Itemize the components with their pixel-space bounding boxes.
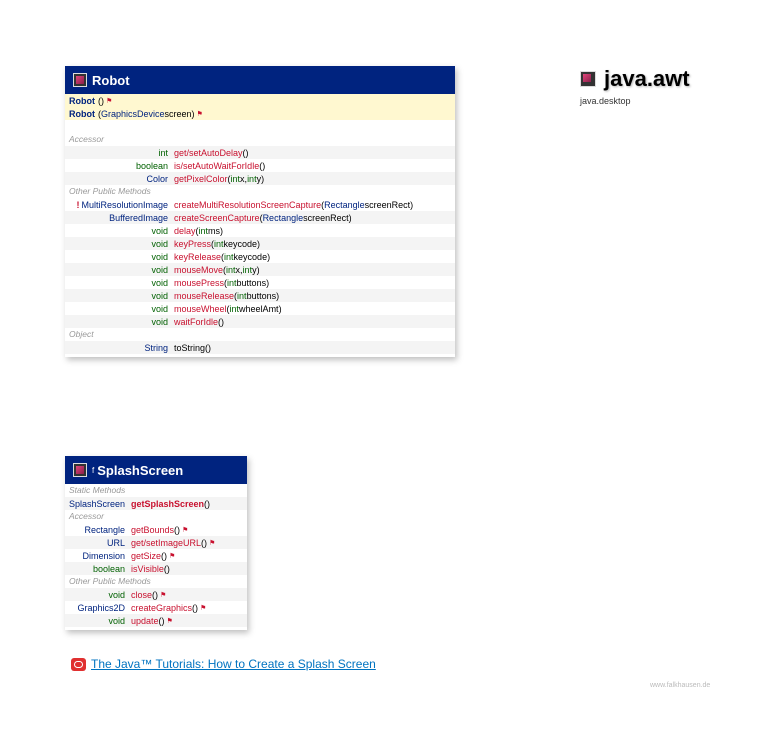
- package-name: java.awt: [604, 66, 690, 91]
- package-module: java.desktop: [580, 96, 631, 106]
- constructor-row[interactable]: Robot () ⚑: [65, 94, 455, 107]
- method-row[interactable]: void mousePress ( int buttons): [65, 276, 455, 289]
- method-row[interactable]: void keyRelease ( int keycode): [65, 250, 455, 263]
- note-icon: ⚑: [196, 110, 203, 118]
- tutorial-link-row: The Java™ Tutorials: How to Create a Spl…: [71, 657, 376, 671]
- package-icon: [580, 71, 596, 87]
- class-icon: [73, 463, 87, 477]
- method-row[interactable]: void mouseRelease ( int buttons): [65, 289, 455, 302]
- method-row[interactable]: int get/setAutoDelay (): [65, 146, 455, 159]
- method-row[interactable]: Dimension getSize () ⚑: [65, 549, 247, 562]
- method-row[interactable]: void delay ( int ms): [65, 224, 455, 237]
- method-row[interactable]: void mouseWheel ( int wheelAmt): [65, 302, 455, 315]
- method-row[interactable]: URL get/setImageURL () ⚑: [65, 536, 247, 549]
- note-icon: ⚑: [182, 526, 189, 534]
- section-label: Other Public Methods: [69, 576, 151, 586]
- method-row[interactable]: void waitForIdle (): [65, 315, 455, 328]
- note-icon: ⚑: [200, 604, 207, 612]
- method-row[interactable]: SplashScreen getSplashScreen (): [65, 497, 247, 510]
- note-icon: ⚑: [106, 97, 113, 105]
- method-row[interactable]: String toString (): [65, 341, 455, 354]
- final-modifier: f: [92, 465, 95, 475]
- method-row[interactable]: BufferedImage createScreenCapture ( Rect…: [65, 211, 455, 224]
- method-row[interactable]: void mouseMove ( int x, int y): [65, 263, 455, 276]
- splashscreen-class-header: f SplashScreen: [65, 456, 247, 484]
- method-row[interactable]: void keyPress ( int keycode): [65, 237, 455, 250]
- class-title[interactable]: Robot: [92, 73, 130, 88]
- package-title: java.awt: [580, 66, 690, 92]
- note-icon: ⚑: [160, 591, 167, 599]
- method-row[interactable]: Color getPixelColor ( int x, int y): [65, 172, 455, 185]
- robot-class-header: Robot: [65, 66, 455, 94]
- note-icon: ⚑: [169, 552, 176, 560]
- section-label: Object: [69, 329, 94, 339]
- method-row[interactable]: void update () ⚑: [65, 614, 247, 627]
- method-row[interactable]: ! MultiResolutionImage createMultiResolut…: [65, 198, 455, 211]
- method-row[interactable]: Rectangle getBounds () ⚑: [65, 523, 247, 536]
- method-row[interactable]: Graphics2D createGraphics () ⚑: [65, 601, 247, 614]
- section-label: Accessor: [69, 134, 104, 144]
- note-icon: ⚑: [166, 617, 173, 625]
- note-icon: ⚑: [209, 539, 216, 547]
- card-bottom-padding: [65, 354, 455, 357]
- class-title[interactable]: SplashScreen: [97, 463, 183, 478]
- card-bottom-padding: [65, 627, 247, 630]
- tutorial-link[interactable]: The Java™ Tutorials: How to Create a Spl…: [91, 657, 376, 671]
- section-label: Static Methods: [69, 485, 126, 495]
- method-row[interactable]: boolean isVisible (): [65, 562, 247, 575]
- oracle-icon: [71, 657, 86, 671]
- method-row[interactable]: boolean is/setAutoWaitForIdle (): [65, 159, 455, 172]
- constructor-row[interactable]: Robot ( GraphicsDevice screen) ⚑: [65, 107, 455, 120]
- footer-credit: www.falkhausen.de: [650, 682, 711, 689]
- section-label: Other Public Methods: [69, 186, 151, 196]
- robot-class-card: Robot Robot () ⚑ Robot ( GraphicsDevice …: [65, 66, 455, 357]
- splashscreen-class-card: f SplashScreen Static Methods SplashScre…: [65, 456, 247, 630]
- section-label: Accessor: [69, 511, 104, 521]
- warning-icon: !: [76, 199, 80, 210]
- method-row[interactable]: void close () ⚑: [65, 588, 247, 601]
- class-icon: [73, 73, 87, 87]
